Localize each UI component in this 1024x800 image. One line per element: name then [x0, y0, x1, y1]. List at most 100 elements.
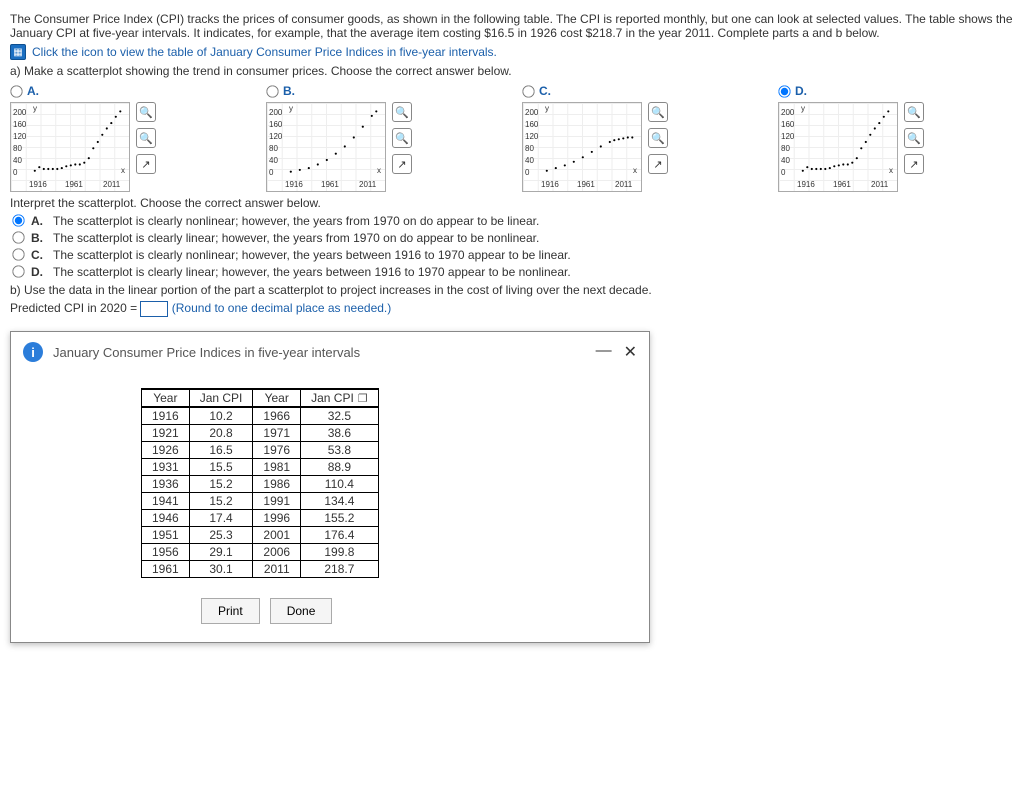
done-button[interactable]: Done — [270, 598, 333, 624]
table-cell: 10.2 — [189, 407, 253, 425]
table-row: 195125.32001176.4 — [142, 527, 379, 544]
x-tick: 2011 — [359, 181, 376, 189]
part-b-prompt: b) Use the data in the linear portion of… — [10, 283, 1014, 297]
interp-b-radio[interactable] — [12, 231, 24, 243]
table-row: 196130.12011218.7 — [142, 561, 379, 578]
y-tick: 80 — [269, 145, 278, 153]
interp-c-radio[interactable] — [12, 248, 24, 260]
copy-icon[interactable]: ❐ — [358, 393, 368, 405]
x-symbol: x — [889, 167, 893, 175]
table-row: 193615.21986110.4 — [142, 476, 379, 493]
predicted-label: Predicted CPI in 2020 = — [10, 301, 137, 315]
zoom-in-icon[interactable]: 🔍 — [136, 102, 156, 122]
zoom-out-icon[interactable]: 🔍 — [904, 128, 924, 148]
x-tick: 2011 — [103, 181, 120, 189]
zoom-out-icon[interactable]: 🔍 — [392, 128, 412, 148]
y-tick: 40 — [781, 157, 790, 165]
x-tick: 1961 — [65, 181, 83, 189]
table-cell: 53.8 — [301, 442, 379, 459]
intro-text: The Consumer Price Index (CPI) tracks th… — [10, 12, 1014, 40]
interp-a-radio[interactable] — [12, 214, 24, 226]
table-cell: 1976 — [253, 442, 301, 459]
table-cell: 1961 — [142, 561, 190, 578]
table-cell: 32.5 — [301, 407, 379, 425]
option-d-radio[interactable] — [778, 85, 790, 97]
table-cell: 20.8 — [189, 425, 253, 442]
y-tick: 160 — [13, 121, 26, 129]
option-c-radio[interactable] — [522, 85, 534, 97]
table-cell: 110.4 — [301, 476, 379, 493]
table-cell: 1941 — [142, 493, 190, 510]
y-tick: 0 — [781, 169, 785, 177]
y-tick: 80 — [13, 145, 22, 153]
zoom-out-icon[interactable]: 🔍 — [648, 128, 668, 148]
option-b-plot: y 200 160 120 80 40 0 1916 1961 2011 x — [266, 102, 386, 192]
interp-d-radio[interactable] — [12, 265, 24, 277]
print-button[interactable]: Print — [201, 598, 260, 624]
close-icon[interactable]: ✕ — [624, 342, 637, 362]
table-row: 191610.2196632.5 — [142, 407, 379, 425]
y-tick: 200 — [525, 109, 538, 117]
popout-icon[interactable]: ↗ — [136, 154, 156, 174]
popout-icon[interactable]: ↗ — [392, 154, 412, 174]
y-tick: 80 — [781, 145, 790, 153]
table-cell: 199.8 — [301, 544, 379, 561]
th-cpi-1: Jan CPI — [189, 389, 253, 407]
option-a-radio[interactable] — [10, 85, 22, 97]
y-tick: 160 — [781, 121, 794, 129]
interp-b-text: The scatterplot is clearly linear; howev… — [53, 231, 539, 245]
y-tick: 120 — [525, 133, 538, 141]
table-cell: 1966 — [253, 407, 301, 425]
table-cell: 1916 — [142, 407, 190, 425]
predicted-cpi-input[interactable] — [140, 301, 168, 317]
table-cell: 1926 — [142, 442, 190, 459]
option-d: D. y 200 160 120 80 40 0 1916 1961 2011 … — [778, 84, 1014, 192]
y-tick: 200 — [13, 109, 26, 117]
option-d-label: D. — [795, 84, 807, 98]
table-row: 194115.21991134.4 — [142, 493, 379, 510]
th-cpi-2: Jan CPI❐ — [301, 389, 379, 407]
table-cell: 1951 — [142, 527, 190, 544]
table-cell: 1971 — [253, 425, 301, 442]
table-cell: 1986 — [253, 476, 301, 493]
table-icon[interactable]: ▦ — [10, 44, 26, 60]
option-b-radio[interactable] — [266, 85, 278, 97]
y-tick: 0 — [13, 169, 17, 177]
table-row: 192120.8197138.6 — [142, 425, 379, 442]
zoom-in-icon[interactable]: 🔍 — [392, 102, 412, 122]
y-tick: 120 — [13, 133, 26, 141]
table-cell: 15.5 — [189, 459, 253, 476]
option-c: C. y 200 160 120 80 40 0 1916 1961 2011 … — [522, 84, 758, 192]
y-tick: 160 — [269, 121, 282, 129]
popout-icon[interactable]: ↗ — [904, 154, 924, 174]
x-tick: 1961 — [321, 181, 339, 189]
x-tick: 1916 — [541, 181, 559, 189]
open-table-link[interactable]: Click the icon to view the table of Janu… — [32, 45, 497, 59]
y-tick: 40 — [13, 157, 22, 165]
interp-a-text: The scatterplot is clearly nonlinear; ho… — [53, 214, 539, 228]
interp-b-letter: B. — [31, 231, 43, 245]
zoom-out-icon[interactable]: 🔍 — [136, 128, 156, 148]
option-a-label: A. — [27, 84, 39, 98]
zoom-in-icon[interactable]: 🔍 — [648, 102, 668, 122]
minimize-icon[interactable]: — — [596, 342, 612, 362]
table-cell: 29.1 — [189, 544, 253, 561]
table-cell: 1921 — [142, 425, 190, 442]
x-tick: 2011 — [871, 181, 888, 189]
y-tick: 40 — [269, 157, 278, 165]
option-c-label: C. — [539, 84, 551, 98]
table-cell: 38.6 — [301, 425, 379, 442]
y-tick: 160 — [525, 121, 538, 129]
table-cell: 2001 — [253, 527, 301, 544]
popout-icon[interactable]: ↗ — [648, 154, 668, 174]
table-row: 193115.5198188.9 — [142, 459, 379, 476]
zoom-in-icon[interactable]: 🔍 — [904, 102, 924, 122]
part-a-prompt: a) Make a scatterplot showing the trend … — [10, 64, 1014, 78]
table-cell: 155.2 — [301, 510, 379, 527]
interpret-choices: A.The scatterplot is clearly nonlinear; … — [12, 214, 1014, 279]
table-cell: 2011 — [253, 561, 301, 578]
option-a: A. y 200 160 120 80 40 0 1916 1961 2011 … — [10, 84, 246, 192]
x-symbol: x — [121, 167, 125, 175]
table-cell: 15.2 — [189, 476, 253, 493]
table-row: 195629.12006199.8 — [142, 544, 379, 561]
